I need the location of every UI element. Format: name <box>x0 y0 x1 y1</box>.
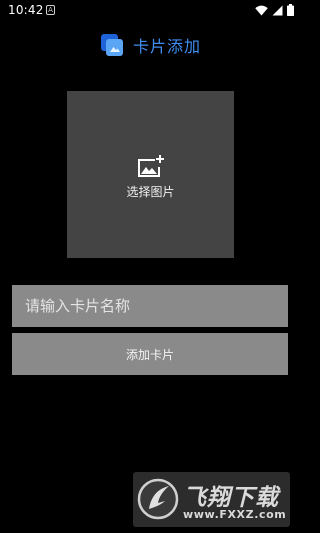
card-name-input[interactable] <box>12 285 288 327</box>
app-screen: 10:42 A 卡片添加 选择图片 请输入卡片名称 添加卡片 飞翔下载 www.… <box>0 0 300 533</box>
wifi-icon <box>255 5 268 15</box>
watermark-brand: 飞翔下载 <box>183 485 279 511</box>
notification-icon: A <box>46 5 55 15</box>
signal-icon <box>272 5 283 15</box>
status-time: 10:42 <box>8 3 44 17</box>
status-bar: 10:42 A <box>0 0 300 20</box>
status-icons <box>255 4 294 16</box>
watermark-url: www.FXXZ.com <box>183 508 287 521</box>
add-card-button[interactable]: 添加卡片 <box>12 333 288 375</box>
app-header: 卡片添加 <box>0 30 300 60</box>
battery-icon <box>287 4 294 16</box>
fxxz-logo-icon <box>137 478 179 520</box>
cards-logo-icon <box>100 34 123 56</box>
image-picker-label: 选择图片 <box>126 184 175 199</box>
image-picker[interactable]: 选择图片 <box>67 91 234 258</box>
add-image-icon <box>137 154 164 177</box>
page-title: 卡片添加 <box>132 37 201 56</box>
watermark: 飞翔下载 www.FXXZ.com <box>133 472 290 527</box>
